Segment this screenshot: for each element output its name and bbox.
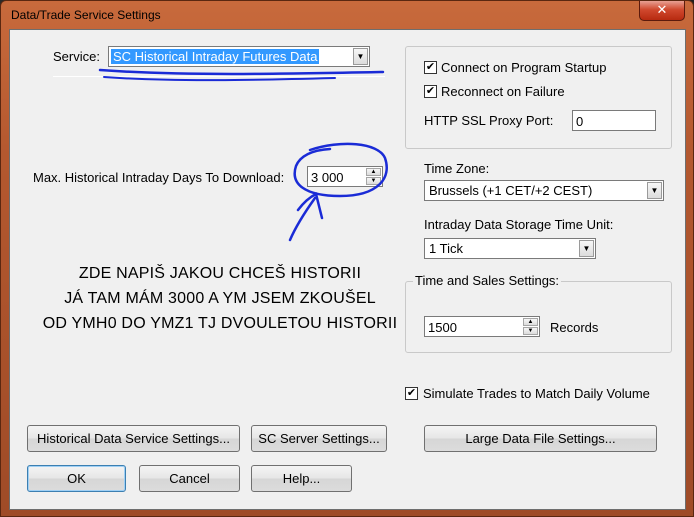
proxy-port-label: HTTP SSL Proxy Port:: [424, 113, 554, 128]
service-label: Service:: [53, 49, 100, 64]
storage-unit-value: 1 Tick: [429, 241, 463, 256]
cancel-button[interactable]: Cancel: [139, 465, 240, 492]
dialog-window: Data/Trade Service Settings ✕ Service: S…: [0, 0, 694, 517]
max-days-label: Max. Historical Intraday Days To Downloa…: [33, 170, 285, 185]
connect-startup-label: Connect on Program Startup: [441, 60, 607, 75]
max-days-value: 3 000: [311, 170, 344, 185]
help-button[interactable]: Help...: [251, 465, 352, 492]
storage-unit-dropdown[interactable]: 1 Tick ▼: [424, 238, 596, 259]
spin-down-icon[interactable]: ▼: [366, 177, 381, 185]
close-icon: ✕: [656, 2, 668, 17]
title-bar[interactable]: Data/Trade Service Settings ✕: [1, 1, 693, 29]
connect-startup-checkbox[interactable]: ✔: [424, 61, 437, 74]
storage-unit-label: Intraday Data Storage Time Unit:: [424, 217, 614, 232]
proxy-port-value: 0: [576, 114, 584, 129]
time-sales-records-value: 1500: [428, 320, 457, 335]
max-days-stepper[interactable]: 3 000 ▲ ▼: [307, 166, 383, 187]
spin-down-icon[interactable]: ▼: [523, 327, 538, 335]
check-icon: ✔: [425, 61, 436, 73]
reconnect-failure-checkbox[interactable]: ✔: [424, 85, 437, 98]
chevron-down-icon[interactable]: ▼: [579, 240, 594, 257]
service-dropdown[interactable]: SC Historical Intraday Futures Data ▼: [108, 46, 370, 67]
time-zone-label: Time Zone:: [424, 161, 490, 176]
chevron-down-icon[interactable]: ▼: [647, 182, 662, 199]
time-sales-title: Time and Sales Settings:: [413, 273, 562, 288]
close-button[interactable]: ✕: [639, 1, 685, 21]
ok-button[interactable]: OK: [27, 465, 126, 492]
spin-up-icon[interactable]: ▲: [523, 318, 538, 326]
time-sales-records-stepper[interactable]: 1500 ▲ ▼: [424, 316, 540, 337]
service-dropdown-value: SC Historical Intraday Futures Data: [111, 49, 320, 64]
large-data-file-settings-button[interactable]: Large Data File Settings...: [424, 425, 657, 452]
service-separator: [53, 76, 385, 77]
simulate-trades-label: Simulate Trades to Match Daily Volume: [423, 386, 650, 401]
historical-data-service-settings-button[interactable]: Historical Data Service Settings...: [27, 425, 240, 452]
time-zone-value: Brussels (+1 CET/+2 CEST): [429, 183, 593, 198]
window-title: Data/Trade Service Settings: [11, 8, 161, 22]
sc-server-settings-button[interactable]: SC Server Settings...: [251, 425, 387, 452]
time-zone-dropdown[interactable]: Brussels (+1 CET/+2 CEST) ▼: [424, 180, 664, 201]
proxy-port-input[interactable]: 0: [572, 110, 656, 131]
max-days-spinner: ▲ ▼: [366, 168, 381, 185]
check-icon: ✔: [425, 85, 436, 97]
records-unit-label: Records: [550, 320, 599, 335]
dialog-client-area: Service: SC Historical Intraday Futures …: [9, 29, 686, 510]
spin-up-icon[interactable]: ▲: [366, 168, 381, 176]
check-icon: ✔: [406, 387, 417, 399]
chevron-down-icon[interactable]: ▼: [353, 48, 368, 65]
time-sales-spinner: ▲ ▼: [523, 318, 538, 335]
annotation-line-3: OD YMH0 DO YMZ1 TJ DVOULETOU HISTORII: [42, 315, 398, 332]
annotation-line-1: ZDE NAPIŠ JAKOU CHCEŠ HISTORII: [78, 265, 362, 282]
annotation-line-2: JÁ TAM MÁM 3000 A YM JSEM ZKOUŠEL: [64, 290, 376, 307]
simulate-trades-checkbox[interactable]: ✔: [405, 387, 418, 400]
reconnect-failure-label: Reconnect on Failure: [441, 84, 565, 99]
